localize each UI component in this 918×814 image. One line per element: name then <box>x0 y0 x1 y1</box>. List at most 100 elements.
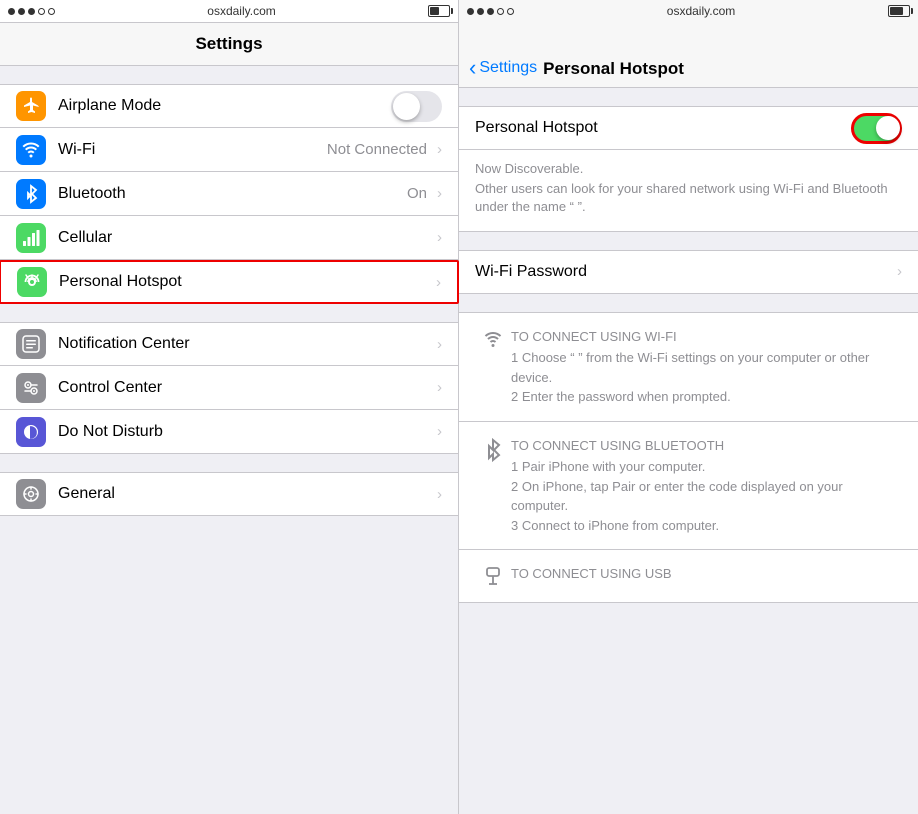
bluetooth-row[interactable]: Bluetooth On › <box>0 172 458 216</box>
general-label: General <box>58 485 433 503</box>
connect-usb-item: TO CONNECT USING USB <box>459 550 918 602</box>
left-battery <box>428 5 450 17</box>
airplane-icon <box>21 96 41 116</box>
bluetooth-label: Bluetooth <box>58 185 407 203</box>
wifi-icon-bg <box>16 135 46 165</box>
right-content: Personal Hotspot Now Discoverable. Other… <box>459 88 918 814</box>
cellular-label: Cellular <box>58 229 433 247</box>
hotspot-toggle[interactable] <box>851 113 902 144</box>
dot3 <box>28 8 35 15</box>
connect-wifi-icon <box>475 327 511 351</box>
notification-row[interactable]: Notification Center › <box>0 322 458 366</box>
bluetooth-icon <box>21 184 41 204</box>
hotspot-label: Personal Hotspot <box>59 273 432 291</box>
connect-wifi-text: TO CONNECT USING WI-FI 1 Choose “ ” from… <box>511 327 902 407</box>
personal-hotspot-row[interactable]: Personal Hotspot › <box>0 260 459 304</box>
bluetooth-icon-bg <box>16 179 46 209</box>
connect-bluetooth-step1: 1 Pair iPhone with your computer. <box>511 457 902 477</box>
hotspot-toggle-row[interactable]: Personal Hotspot <box>459 106 918 150</box>
signal-dots <box>8 8 55 15</box>
settings-group-1: Airplane Mode Wi-Fi Not Connected › <box>0 84 458 304</box>
right-battery-fill <box>890 7 903 15</box>
connect-usb-title: TO CONNECT USING USB <box>511 564 902 584</box>
back-button[interactable]: ‹ Settings <box>469 57 537 79</box>
connect-usb-text: TO CONNECT USING USB <box>511 564 902 586</box>
control-icon <box>21 378 41 398</box>
discoverable-section: Now Discoverable. Other users can look f… <box>459 150 918 232</box>
dnd-chevron: › <box>437 423 442 440</box>
connect-bluetooth-text: TO CONNECT USING BLUETOOTH 1 Pair iPhone… <box>511 436 902 536</box>
wifi-connect-icon <box>479 329 507 351</box>
dot2 <box>18 8 25 15</box>
dot5 <box>48 8 55 15</box>
rdot2 <box>477 8 484 15</box>
wifi-icon <box>21 140 41 160</box>
dot4 <box>38 8 45 15</box>
connect-wifi-title: TO CONNECT USING WI-FI <box>511 327 902 347</box>
dnd-label: Do Not Disturb <box>58 423 433 441</box>
rdot4 <box>497 8 504 15</box>
dot1 <box>8 8 15 15</box>
control-chevron: › <box>437 379 442 396</box>
connect-wifi-step1: 1 Choose “ ” from the Wi-Fi settings on … <box>511 348 902 387</box>
wifi-value: Not Connected <box>327 141 427 158</box>
left-domain: osxdaily.com <box>207 4 275 18</box>
right-panel: osxdaily.com ‹ Settings Personal Hotspot… <box>459 0 918 814</box>
settings-group-3: General › <box>0 472 458 516</box>
left-nav-header: Settings <box>0 22 458 66</box>
general-icon-bg <box>16 479 46 509</box>
right-nav-header: ‹ Settings Personal Hotspot <box>459 22 918 88</box>
control-row[interactable]: Control Center › <box>0 366 458 410</box>
connect-bluetooth-title: TO CONNECT USING BLUETOOTH <box>511 436 902 456</box>
right-signal-dots <box>467 8 514 15</box>
connect-usb-icon <box>475 564 511 588</box>
bluetooth-connect-icon <box>481 438 505 466</box>
airplane-icon-bg <box>16 91 46 121</box>
rdot1 <box>467 8 474 15</box>
right-status-bar: osxdaily.com <box>459 0 918 22</box>
cellular-chevron: › <box>437 229 442 246</box>
wifi-row[interactable]: Wi-Fi Not Connected › <box>0 128 458 172</box>
back-chevron-icon: ‹ <box>469 57 476 79</box>
notification-chevron: › <box>437 336 442 353</box>
hotspot-icon <box>21 271 43 293</box>
battery-fill <box>430 7 439 15</box>
general-row[interactable]: General › <box>0 472 458 516</box>
discoverable-body: Other users can look for your shared net… <box>475 180 902 216</box>
right-battery <box>888 5 910 17</box>
connect-wifi-item: TO CONNECT USING WI-FI 1 Choose “ ” from… <box>459 313 918 422</box>
general-chevron: › <box>437 486 442 503</box>
rdot3 <box>487 8 494 15</box>
control-label: Control Center <box>58 379 433 397</box>
dnd-icon-bg <box>16 417 46 447</box>
connect-bluetooth-icon <box>475 436 511 466</box>
discoverable-title: Now Discoverable. <box>475 160 902 178</box>
notification-icon-bg <box>16 329 46 359</box>
dnd-row[interactable]: Do Not Disturb › <box>0 410 458 454</box>
wifi-password-label: Wi-Fi Password <box>475 263 893 281</box>
right-nav-title: Personal Hotspot <box>543 59 684 79</box>
bluetooth-chevron: › <box>437 185 442 202</box>
cellular-icon-bg <box>16 223 46 253</box>
cellular-row[interactable]: Cellular › <box>0 216 458 260</box>
bluetooth-value: On <box>407 185 427 202</box>
connect-bluetooth-step2: 2 On iPhone, tap Pair or enter the code … <box>511 477 902 516</box>
airplane-row[interactable]: Airplane Mode <box>0 84 458 128</box>
wifi-password-chevron: › <box>897 263 902 280</box>
hotspot-toggle-knob <box>876 116 900 140</box>
wifi-label: Wi-Fi <box>58 141 327 159</box>
control-icon-bg <box>16 373 46 403</box>
connect-bluetooth-step3: 3 Connect to iPhone from computer. <box>511 516 902 536</box>
hotspot-icon-bg <box>17 267 47 297</box>
wifi-password-row[interactable]: Wi-Fi Password › <box>459 250 918 294</box>
left-panel: osxdaily.com Settings Airplane Mode <box>0 0 459 814</box>
airplane-toggle[interactable] <box>391 91 442 122</box>
rdot5 <box>507 8 514 15</box>
settings-group-2: Notification Center › Control Center › <box>0 322 458 454</box>
notification-icon <box>21 334 41 354</box>
general-icon <box>21 484 41 504</box>
connect-section: TO CONNECT USING WI-FI 1 Choose “ ” from… <box>459 312 918 604</box>
hotspot-chevron: › <box>436 274 441 291</box>
left-nav-title: Settings <box>195 34 262 54</box>
hotspot-toggle-label: Personal Hotspot <box>475 119 851 137</box>
